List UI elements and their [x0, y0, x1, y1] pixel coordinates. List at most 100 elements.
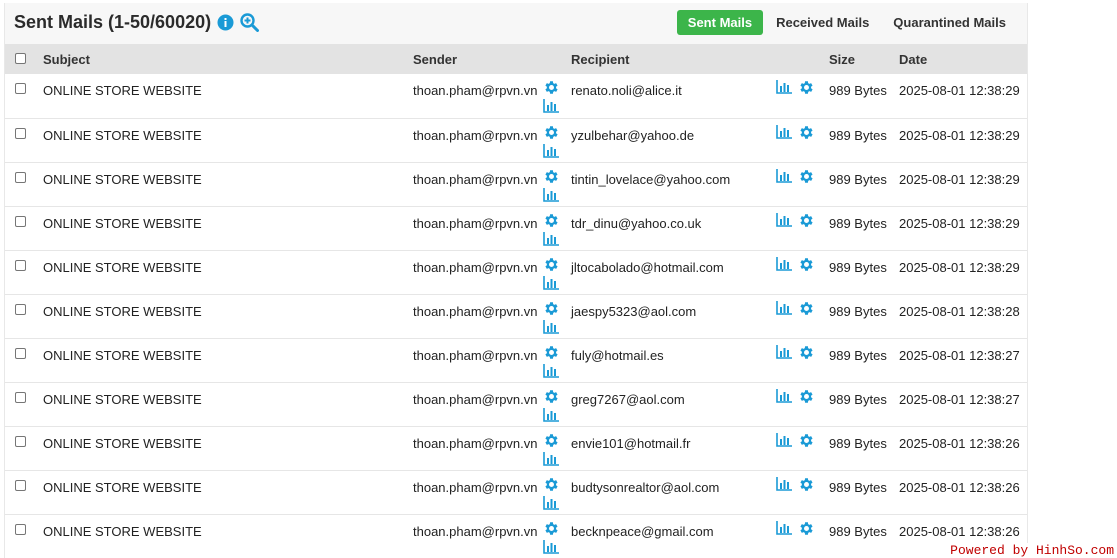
gear-icon[interactable]: [543, 212, 560, 229]
row-checkbox[interactable]: [15, 435, 26, 447]
row-subject[interactable]: ONLINE STORE WEBSITE: [39, 294, 409, 338]
row-subject[interactable]: ONLINE STORE WEBSITE: [39, 250, 409, 294]
gear-icon[interactable]: [543, 344, 560, 361]
bar-chart-icon[interactable]: [776, 388, 793, 406]
table-row[interactable]: ONLINE STORE WEBSITE thoan.pham@rpvn.vn re…: [5, 74, 1027, 118]
gear-icon[interactable]: [798, 124, 815, 144]
select-all-checkbox[interactable]: [15, 52, 26, 64]
gear-icon[interactable]: [543, 520, 560, 537]
tab-quarantined-mails[interactable]: Quarantined Mails: [882, 10, 1017, 35]
row-subject[interactable]: ONLINE STORE WEBSITE: [39, 74, 409, 118]
table-row[interactable]: ONLINE STORE WEBSITE thoan.pham@rpvn.vn ja…: [5, 294, 1027, 338]
gear-icon[interactable]: [798, 168, 815, 188]
row-date: 2025-08-01 12:38:29: [899, 259, 1020, 275]
gear-icon[interactable]: [798, 344, 815, 364]
row-sender: thoan.pham@rpvn.vn: [413, 83, 538, 98]
row-subject[interactable]: ONLINE STORE WEBSITE: [39, 338, 409, 382]
row-recipient: renato.noli@alice.it: [571, 83, 682, 98]
row-subject[interactable]: ONLINE STORE WEBSITE: [39, 514, 409, 558]
bar-chart-icon[interactable]: [542, 407, 560, 422]
gear-icon[interactable]: [798, 79, 815, 99]
table-row[interactable]: ONLINE STORE WEBSITE thoan.pham@rpvn.vn ti…: [5, 162, 1027, 206]
bar-chart-icon[interactable]: [542, 231, 560, 246]
row-recipient: tdr_dinu@yahoo.co.uk: [571, 215, 702, 231]
row-checkbox[interactable]: [15, 391, 26, 403]
bar-chart-icon[interactable]: [542, 98, 560, 113]
column-recipient[interactable]: Recipient: [567, 44, 825, 74]
table-row[interactable]: ONLINE STORE WEBSITE thoan.pham@rpvn.vn td…: [5, 206, 1027, 250]
bar-chart-icon[interactable]: [542, 495, 560, 510]
row-subject[interactable]: ONLINE STORE WEBSITE: [39, 426, 409, 470]
gear-icon[interactable]: [543, 476, 560, 493]
bar-chart-icon[interactable]: [776, 124, 793, 142]
bar-chart-icon[interactable]: [542, 187, 560, 202]
tab-received-mails[interactable]: Received Mails: [765, 10, 880, 35]
table-row[interactable]: ONLINE STORE WEBSITE thoan.pham@rpvn.vn bu…: [5, 470, 1027, 514]
gear-icon[interactable]: [543, 79, 560, 96]
bar-chart-icon[interactable]: [776, 432, 793, 450]
column-size[interactable]: Size: [825, 44, 895, 74]
bar-chart-icon[interactable]: [776, 344, 793, 362]
bar-chart-icon[interactable]: [776, 212, 793, 230]
row-checkbox[interactable]: [15, 479, 26, 491]
table-row[interactable]: ONLINE STORE WEBSITE thoan.pham@rpvn.vn be…: [5, 514, 1027, 558]
gear-icon[interactable]: [798, 212, 815, 232]
gear-icon[interactable]: [798, 520, 815, 540]
gear-icon[interactable]: [543, 168, 560, 185]
zoom-in-icon[interactable]: [240, 13, 260, 32]
gear-icon[interactable]: [543, 300, 560, 317]
info-circle-icon[interactable]: [217, 14, 234, 31]
row-recipient: jaespy5323@aol.com: [571, 303, 697, 319]
gear-icon[interactable]: [798, 256, 815, 276]
gear-icon[interactable]: [798, 432, 815, 452]
table-row[interactable]: ONLINE STORE WEBSITE thoan.pham@rpvn.vn jl…: [5, 250, 1027, 294]
row-checkbox[interactable]: [15, 259, 26, 271]
bar-chart-icon[interactable]: [776, 300, 793, 318]
row-date: 2025-08-01 12:38:29: [899, 215, 1020, 231]
gear-icon[interactable]: [543, 256, 560, 273]
row-sender: thoan.pham@rpvn.vn: [413, 171, 538, 187]
bar-chart-icon[interactable]: [542, 143, 560, 158]
gear-icon[interactable]: [798, 300, 815, 320]
bar-chart-icon[interactable]: [776, 476, 793, 494]
row-subject[interactable]: ONLINE STORE WEBSITE: [39, 206, 409, 250]
mail-table: Subject Sender Recipient Size Date ONLIN…: [5, 44, 1027, 558]
row-checkbox[interactable]: [15, 171, 26, 183]
gear-icon[interactable]: [543, 124, 560, 141]
bar-chart-icon[interactable]: [542, 319, 560, 334]
table-row[interactable]: ONLINE STORE WEBSITE thoan.pham@rpvn.vn en…: [5, 426, 1027, 470]
column-sender[interactable]: Sender: [409, 44, 567, 74]
table-header-row: Subject Sender Recipient Size Date: [5, 44, 1027, 74]
row-subject[interactable]: ONLINE STORE WEBSITE: [39, 162, 409, 206]
row-checkbox[interactable]: [15, 523, 26, 535]
bar-chart-icon[interactable]: [776, 79, 793, 97]
row-checkbox[interactable]: [15, 347, 26, 359]
row-subject[interactable]: ONLINE STORE WEBSITE: [39, 118, 409, 162]
gear-icon[interactable]: [543, 432, 560, 449]
bar-chart-icon[interactable]: [776, 256, 793, 274]
row-checkbox[interactable]: [15, 215, 26, 227]
gear-icon[interactable]: [798, 476, 815, 496]
table-row[interactable]: ONLINE STORE WEBSITE thoan.pham@rpvn.vn yz…: [5, 118, 1027, 162]
bar-chart-icon[interactable]: [542, 275, 560, 290]
table-row[interactable]: ONLINE STORE WEBSITE thoan.pham@rpvn.vn fu…: [5, 338, 1027, 382]
row-recipient: greg7267@aol.com: [571, 391, 685, 407]
gear-icon[interactable]: [798, 388, 815, 408]
bar-chart-icon[interactable]: [776, 168, 793, 186]
bar-chart-icon[interactable]: [776, 520, 793, 538]
row-recipient: yzulbehar@yahoo.de: [571, 127, 695, 143]
row-sender: thoan.pham@rpvn.vn: [413, 215, 538, 231]
bar-chart-icon[interactable]: [542, 363, 560, 378]
gear-icon[interactable]: [543, 388, 560, 405]
row-subject[interactable]: ONLINE STORE WEBSITE: [39, 470, 409, 514]
bar-chart-icon[interactable]: [542, 539, 560, 554]
row-checkbox[interactable]: [15, 127, 26, 139]
row-checkbox[interactable]: [15, 303, 26, 315]
row-checkbox[interactable]: [15, 83, 26, 94]
bar-chart-icon[interactable]: [542, 451, 560, 466]
column-subject[interactable]: Subject: [39, 44, 409, 74]
row-subject[interactable]: ONLINE STORE WEBSITE: [39, 382, 409, 426]
column-date[interactable]: Date: [895, 44, 1027, 74]
tab-sent-mails[interactable]: Sent Mails: [676, 10, 764, 35]
table-row[interactable]: ONLINE STORE WEBSITE thoan.pham@rpvn.vn gr…: [5, 382, 1027, 426]
